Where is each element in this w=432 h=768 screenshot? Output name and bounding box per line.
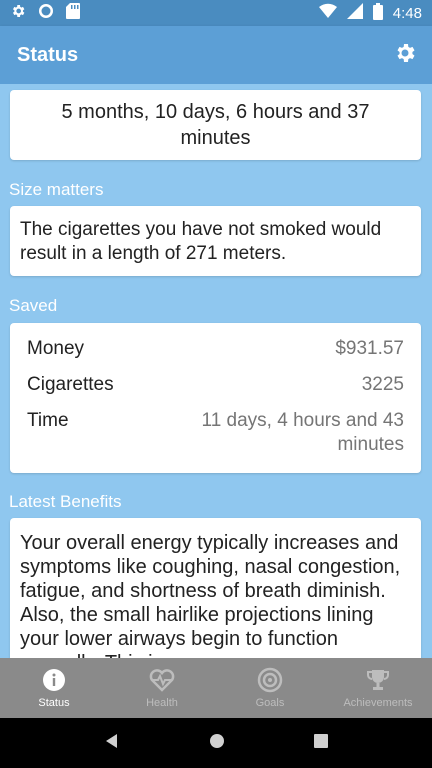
saved-row-value: 3225 [361,374,404,395]
nav-item-label: Achievements [343,697,413,709]
info-icon [41,667,67,693]
size-section-label: Size matters [9,180,104,199]
nav-item-health[interactable]: Health [108,658,216,718]
circle-icon [38,3,54,23]
duration-card: 5 months, 10 days, 6 hours and 37 minute… [10,90,421,160]
saved-row-money: Money $931.57 [27,337,404,361]
size-text: The cigarettes you have not smoked would… [20,219,382,264]
nav-item-achievements[interactable]: Achievements [324,658,432,718]
nav-item-label: Goals [255,697,285,709]
recents-icon[interactable] [313,733,328,753]
bottom-navigation: Status Health Goals Achievements [0,658,432,718]
saved-row-value: 11 days, 4 hours and 43 minutes [201,410,404,455]
saved-section-label: Saved [9,296,58,315]
saved-row-label: Money [27,338,85,359]
page-title: Status [17,43,79,66]
saved-row-label: Cigarettes [27,374,114,395]
settings-button[interactable] [392,42,418,68]
system-status-bar: 4:48 [0,0,432,26]
saved-row-value: $931.57 [335,338,404,359]
target-icon [257,667,283,693]
benefit-card: Your overall energy typically increases … [10,518,421,658]
app-bar: Status [0,26,432,84]
status-content[interactable]: 5 months, 10 days, 6 hours and 37 minute… [0,84,432,658]
heartbeat-icon [149,667,175,693]
battery-icon [372,2,383,24]
home-icon[interactable] [209,733,225,754]
back-icon[interactable] [104,733,120,754]
saved-row-cigarettes: Cigarettes 3225 [27,373,404,397]
smoke-free-duration: 5 months, 10 days, 6 hours and 37 minute… [61,101,370,149]
gear-icon [393,41,417,70]
saved-card: Money $931.57 Cigarettes 3225 Time 11 da… [10,323,421,473]
benefit-text: Your overall energy typically increases … [20,532,401,658]
nav-item-label: Health [146,697,178,709]
wifi-icon [318,3,337,23]
clock-time: 4:48 [392,4,422,22]
sd-card-icon [66,3,80,23]
trophy-icon [365,667,391,693]
nav-item-status[interactable]: Status [0,658,108,718]
saved-row-label: Time [27,410,69,431]
nav-item-goals[interactable]: Goals [216,658,324,718]
system-navigation-bar [0,718,432,768]
nav-item-label: Status [38,697,70,709]
signal-icon [346,3,363,23]
gear-icon [10,3,26,23]
benefits-section-label: Latest Benefits [9,492,122,511]
size-card: The cigarettes you have not smoked would… [10,206,421,276]
saved-row-time: Time 11 days, 4 hours and 43 minutes [27,409,404,457]
